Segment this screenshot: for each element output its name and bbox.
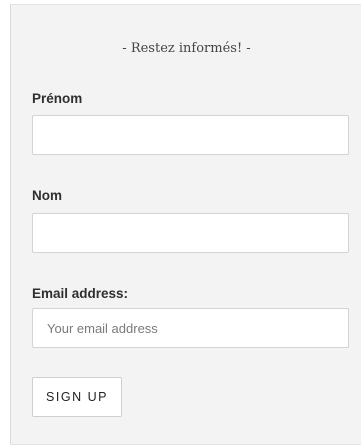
sign-up-button[interactable]: SIGN UP	[32, 377, 122, 417]
email-label: Email address:	[32, 286, 129, 301]
last-name-label: Nom	[32, 188, 62, 203]
first-name-label: Prénom	[32, 91, 83, 106]
first-name-input[interactable]	[32, 115, 349, 155]
last-name-input[interactable]	[32, 213, 349, 253]
newsletter-form: - Restez informés! - Prénom Nom Email ad…	[10, 4, 361, 445]
email-input[interactable]	[32, 308, 349, 348]
form-title: - Restez informés! -	[122, 41, 251, 56]
